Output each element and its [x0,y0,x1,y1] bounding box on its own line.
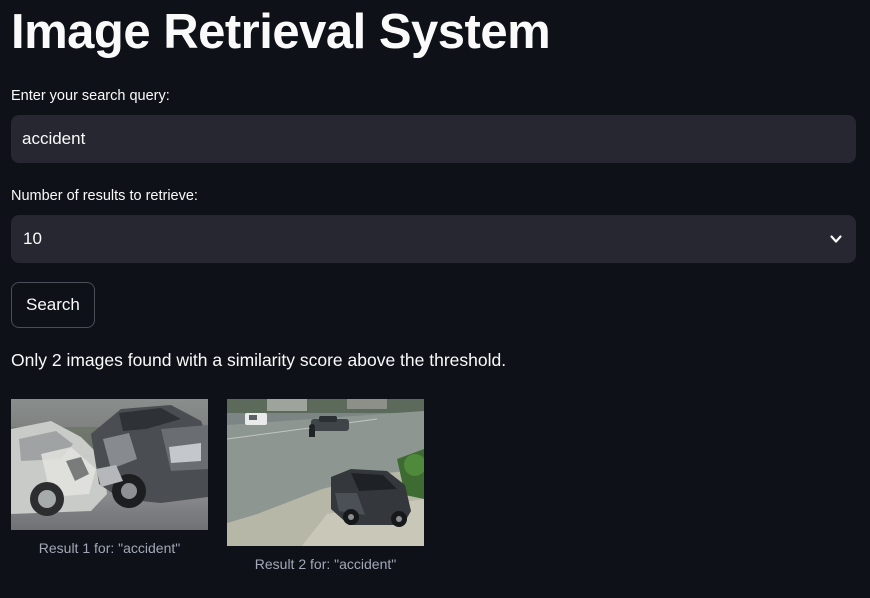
result-image-2[interactable] [227,399,424,546]
status-message: Only 2 images found with a similarity sc… [11,350,507,370]
result-card: Result 1 for: "accident" [11,399,208,558]
result-caption-2: Result 2 for: "accident" [254,556,397,572]
results-count-value: 10 [23,229,42,248]
results-count-select[interactable]: 10 [11,215,856,263]
result-caption-1: Result 1 for: "accident" [38,540,181,556]
search-button[interactable]: Search [11,282,95,328]
results-grid: Result 1 for: "accident" Result 2 for: "… [11,399,431,589]
query-label: Enter your search query: [11,88,170,104]
search-query-input[interactable] [11,115,856,163]
page: Image Retrieval System Enter your search… [0,0,870,598]
page-title: Image Retrieval System [11,5,551,59]
result-card: Result 2 for: "accident" [227,399,424,574]
result-image-1[interactable] [11,399,208,530]
results-count-label: Number of results to retrieve: [11,188,198,204]
chevron-down-icon[interactable] [828,231,844,247]
